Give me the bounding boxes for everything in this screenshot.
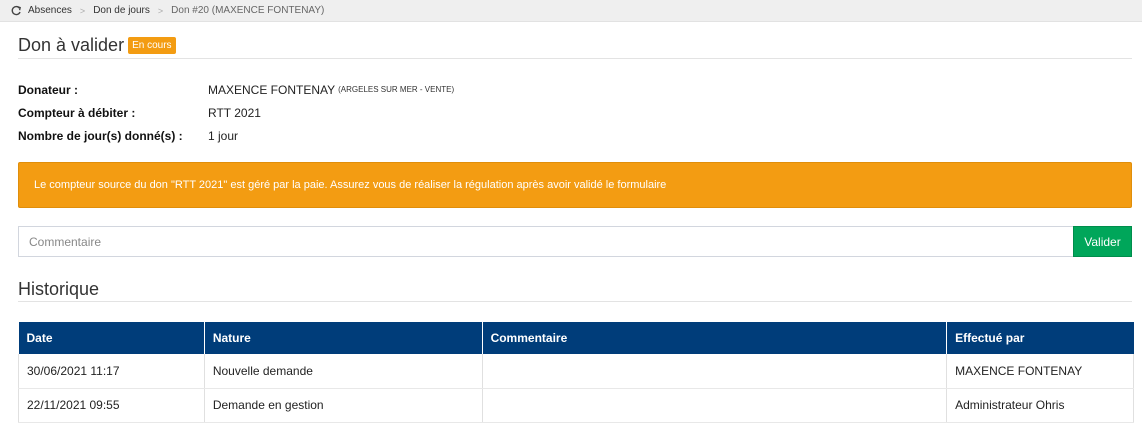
cell-done-by: Administrateur Ohris [946,388,1134,423]
donor-location: (ARGELES SUR MER - VENTE) [338,85,455,94]
breadcrumb-absences[interactable]: Absences [28,5,72,16]
breadcrumb-don-de-jours[interactable]: Don de jours [93,5,150,16]
donor-label: Donateur : [18,82,78,97]
column-header-done-by[interactable]: Effectué par [946,322,1134,354]
status-badge: En cours [128,37,176,54]
table-row: 30/06/2021 11:17 Nouvelle demande MAXENC… [18,354,1134,389]
counter-label: Compteur à débiter : [18,105,136,120]
cell-nature: Demande en gestion [204,388,483,423]
payroll-warning-alert: Le compteur source du don "RTT 2021" est… [18,162,1132,208]
cell-done-by: MAXENCE FONTENAY [946,354,1134,389]
days-row: Nombre de jour(s) donné(s) : 1 jour [18,124,718,147]
donation-info: Donateur : MAXENCE FONTENAY (ARGELES SUR… [18,78,718,147]
history-table: Date Nature Commentaire Effectué par 30/… [18,322,1134,423]
breadcrumb: Absences > Don de jours > Don #20 (MAXEN… [0,0,1142,22]
column-header-date[interactable]: Date [18,322,205,354]
counter-row: Compteur à débiter : RTT 2021 [18,101,718,124]
history-title: Historique [18,278,1132,302]
table-row: 22/11/2021 09:55 Demande en gestion Admi… [18,388,1134,423]
cell-comment [482,388,948,423]
column-header-comment[interactable]: Commentaire [482,322,948,354]
column-header-nature[interactable]: Nature [204,322,483,354]
cell-nature: Nouvelle demande [204,354,483,389]
breadcrumb-separator-icon: > [79,5,86,16]
breadcrumb-current: Don #20 (MAXENCE FONTENAY) [171,5,325,16]
counter-value: RTT 2021 [208,105,261,120]
cell-date: 30/06/2021 11:17 [18,354,205,389]
donor-name: MAXENCE FONTENAY [208,82,336,97]
comment-input[interactable] [18,226,1073,257]
cell-date: 22/11/2021 09:55 [18,388,205,423]
days-value: 1 jour [208,128,239,143]
page-title: Don à valider [18,35,125,55]
validate-button[interactable]: Valider [1073,226,1132,257]
comment-form: Valider [18,226,1132,257]
donor-row: Donateur : MAXENCE FONTENAY (ARGELES SUR… [18,78,718,101]
days-label: Nombre de jour(s) donné(s) : [18,128,183,143]
cell-comment [482,354,948,389]
table-header-row: Date Nature Commentaire Effectué par [18,322,1134,354]
page-header: Don à valider En cours [18,34,1132,59]
breadcrumb-separator-icon: > [157,5,164,16]
refresh-icon[interactable] [10,5,22,17]
